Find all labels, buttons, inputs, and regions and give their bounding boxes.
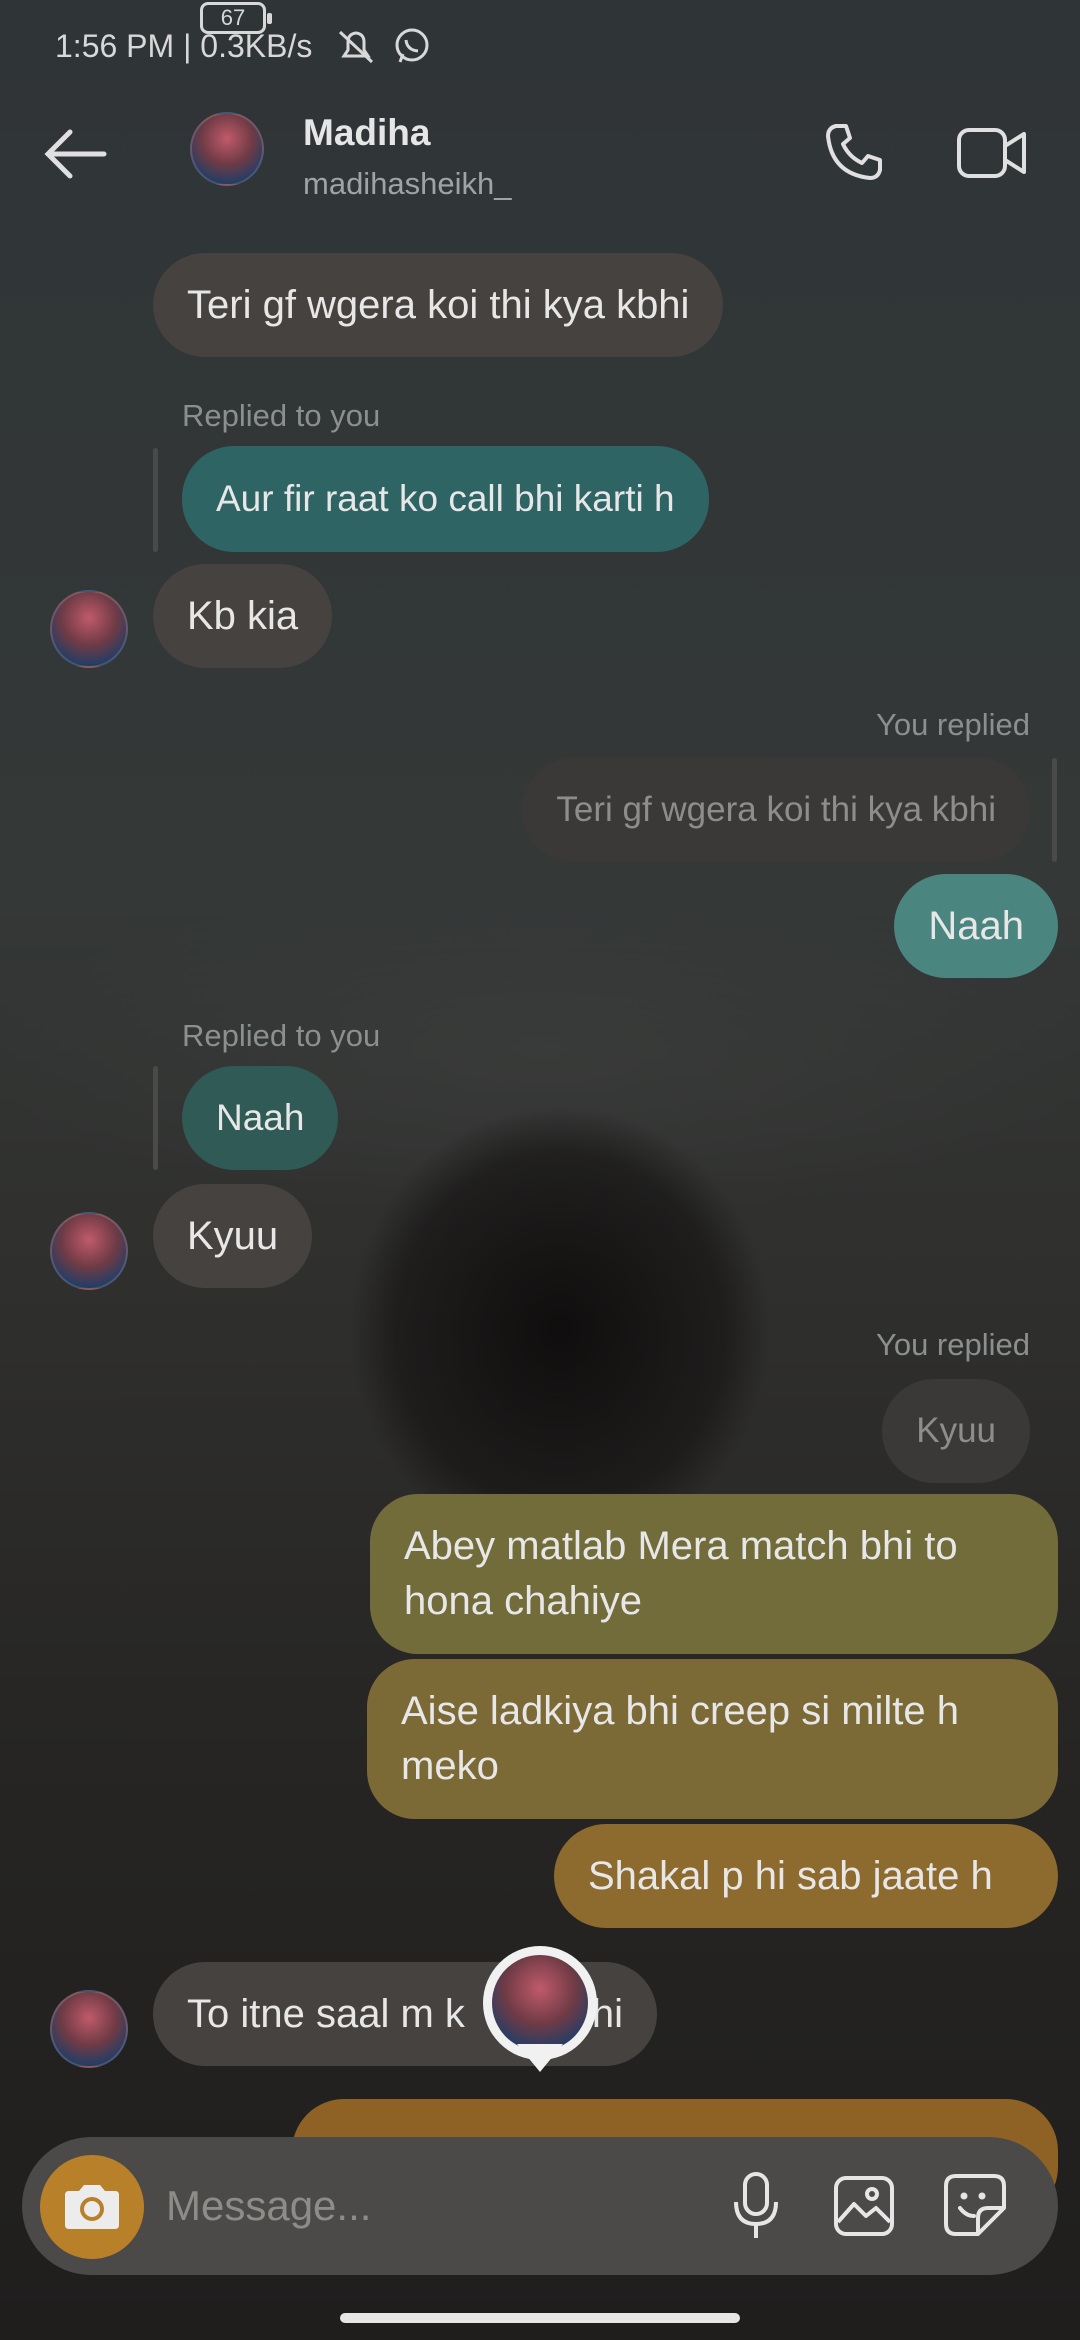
outgoing-message[interactable]: Naah [894,874,1058,978]
message-text: To itne saal m k [187,1991,465,2036]
quoted-text: Teri gf wgera koi thi kya kbhi [556,790,996,829]
gallery-icon[interactable] [832,2174,896,2238]
reply-indicator [153,448,158,552]
battery-level: 67 [220,5,246,30]
quoted-message[interactable]: Kyuu [882,1379,1030,1483]
seen-avatar [492,1955,588,2051]
sender-avatar[interactable] [50,590,128,668]
sender-avatar[interactable] [50,1212,128,1290]
sender-avatar[interactable] [50,1990,128,2068]
whatsapp-icon [395,28,429,63]
back-arrow-icon[interactable] [42,128,108,180]
seen-marker-tail [517,2044,563,2072]
microphone-icon[interactable] [730,2170,782,2242]
message-text: Aise ladkiya bhi creep si milte h meko [401,1689,960,1788]
reply-label: Replied to you [182,398,381,433]
outgoing-message[interactable]: Aise ladkiya bhi creep si milte h meko [367,1659,1058,1819]
contact-name[interactable]: Madiha [303,112,430,154]
incoming-message[interactable]: Aur fir raat ko call bhi karti h [182,446,709,552]
message-text: Shakal p hi sab jaate h [588,1853,993,1898]
camera-icon [65,2185,119,2229]
quoted-text: Kyuu [916,1411,996,1450]
reply-label: You replied [876,1327,1030,1362]
message-text: Kyuu [187,1213,279,1258]
phone-call-icon[interactable] [822,120,886,184]
incoming-message[interactable]: Naah [182,1066,339,1170]
outgoing-message[interactable]: Shakal p hi sab jaate h [554,1824,1058,1928]
contact-username[interactable]: madihasheikh_ [303,166,512,202]
outgoing-message[interactable]: Abey matlab Mera match bhi to hona chahi… [370,1494,1058,1654]
camera-button[interactable] [40,2155,144,2259]
incoming-message[interactable]: Kb kia [153,564,333,668]
home-indicator[interactable] [340,2313,740,2323]
mute-bell-icon [338,30,374,64]
reply-label: Replied to you [182,1018,381,1053]
message-text: Naah [216,1097,305,1138]
message-text: Naah [928,903,1024,948]
reply-label: You replied [876,707,1030,742]
sticker-icon[interactable] [942,2172,1008,2238]
message-text: Abey matlab Mera match bhi to hona chahi… [404,1524,958,1623]
incoming-message[interactable]: Teri gf wgera koi thi kya kbhi [153,253,724,357]
quoted-message[interactable]: Teri gf wgera koi thi kya kbhi [522,758,1030,862]
video-call-icon[interactable] [956,124,1028,182]
contact-avatar[interactable] [190,112,264,186]
reply-indicator [153,1066,158,1170]
battery-icon: 67 [200,2,272,34]
message-text: Aur fir raat ko call bhi karti h [216,478,675,519]
reply-indicator [1052,758,1057,862]
message-text: Teri gf wgera koi thi kya kbhi [187,282,690,327]
message-input[interactable]: Message... [166,2182,371,2230]
incoming-message[interactable]: Kyuu [153,1184,313,1288]
seen-avatar-marker [483,1946,597,2060]
message-text: Kb kia [187,593,299,638]
status-time-speed: 1:56 PM | 0.3KB/s [55,28,313,64]
